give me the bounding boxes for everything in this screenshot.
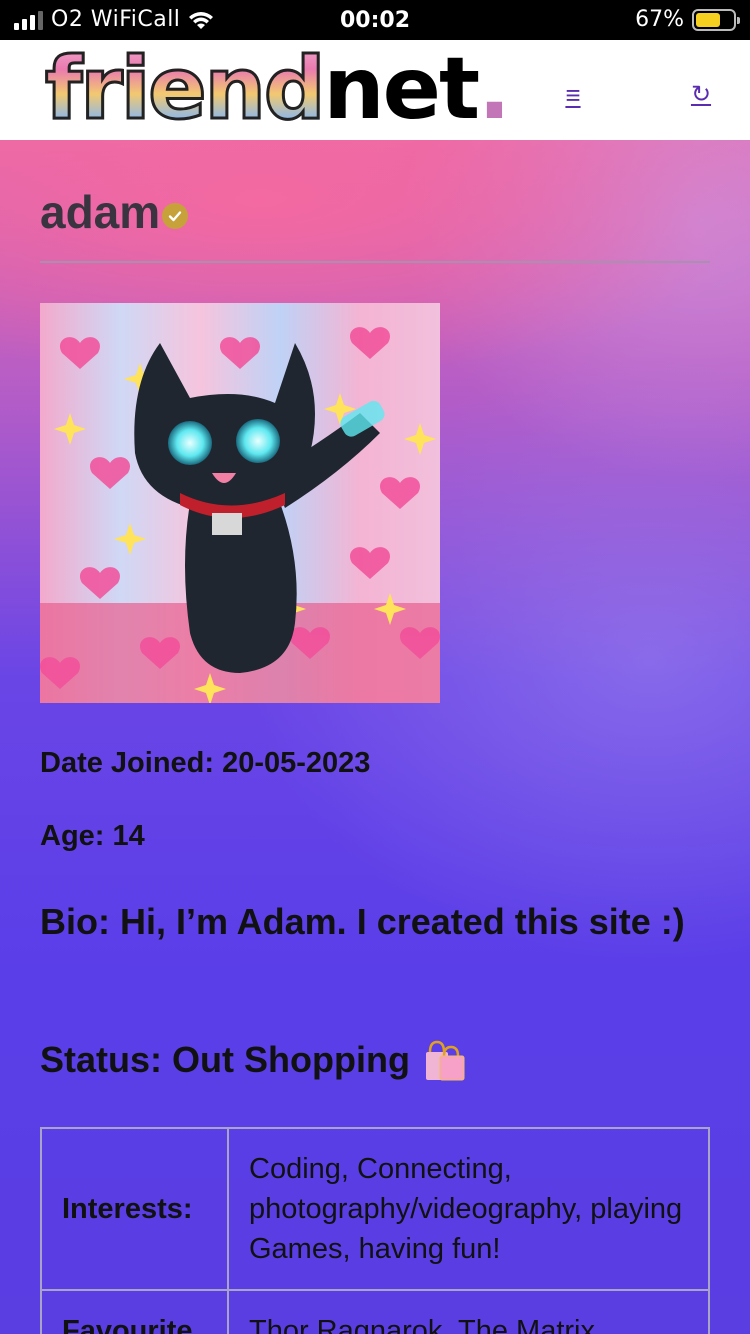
battery-percent: 67% xyxy=(635,7,684,32)
status-text: Status: Out Shopping xyxy=(40,1039,410,1080)
row-label: Interests: xyxy=(40,1127,229,1291)
age: Age: 14 xyxy=(40,820,145,852)
hamburger-menu-icon[interactable]: ≡ xyxy=(558,80,588,110)
row-value: Thor Ragnarok, The Matrix xyxy=(227,1289,710,1334)
status-bar: O2 WiFiCall 00:02 67% xyxy=(0,0,750,40)
status-row: Status: Out Shopping xyxy=(40,1038,466,1082)
shopping-bags-icon xyxy=(425,1040,465,1081)
row-value: Coding, Connecting, photography/videogra… xyxy=(227,1127,710,1291)
username-row: adam xyxy=(40,185,189,239)
site-logo[interactable]: friendnet. xyxy=(43,43,510,136)
date-joined: Date Joined: 20-05-2023 xyxy=(40,747,371,779)
battery-level xyxy=(696,12,721,27)
table-row: Favourite Thor Ragnarok, The Matrix xyxy=(40,1289,710,1334)
table-row: Interests: Coding, Connecting, photograph… xyxy=(40,1127,710,1291)
verified-badge-icon xyxy=(162,203,189,229)
logo-dot: . xyxy=(478,39,511,139)
profile-username: adam xyxy=(40,186,161,238)
profile-avatar xyxy=(40,303,440,703)
profile-page: adam Date Joined: 20-05-2023 Age: 14 Bio… xyxy=(0,140,750,1334)
avatar-cat-image xyxy=(40,327,440,703)
profile-details-table: Interests: Coding, Connecting, photograph… xyxy=(40,1127,710,1334)
title-divider xyxy=(40,261,710,263)
logo-net-text: net xyxy=(323,39,480,139)
row-label: Favourite xyxy=(40,1289,229,1334)
battery-icon xyxy=(692,8,740,31)
status-right: 67% xyxy=(635,7,740,32)
bio: Bio: Hi, I’m Adam. I created this site :… xyxy=(40,901,685,942)
logo-friend-text: friend xyxy=(43,39,326,139)
site-header: friendnet. ≡ ↻ xyxy=(0,40,750,140)
refresh-icon[interactable]: ↻ xyxy=(686,80,716,110)
